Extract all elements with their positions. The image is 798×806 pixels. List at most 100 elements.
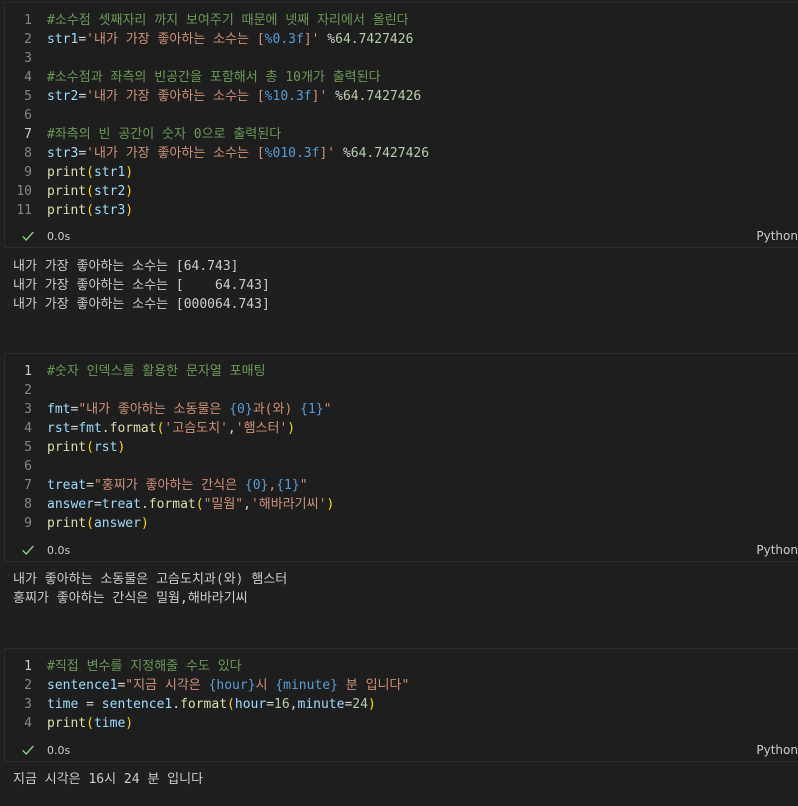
line-number: 3 xyxy=(24,402,32,417)
code-line[interactable]: 7 #좌측의 빈 공간이 숫자 0으로 출력된다 xyxy=(5,125,798,144)
code-token: % xyxy=(335,146,351,161)
line-number: 5 xyxy=(24,89,32,104)
code-line[interactable]: 10 print(str2) xyxy=(5,182,798,201)
code-token: {hour} xyxy=(208,678,256,693)
code-line[interactable]: 1 #소수점 셋째자리 까지 보여주기 때문에 넷째 자리에서 올린다 xyxy=(5,11,798,30)
code-line[interactable]: 2 sentence1="지금 시각은 {hour}시 {minute} 분 입니… xyxy=(5,676,798,695)
code-line[interactable]: 11 print(str3) xyxy=(5,201,798,220)
code-token: 과(와) xyxy=(252,402,301,417)
output-line: 내가 가장 좋아하는 소수는 [64.743] xyxy=(13,259,239,274)
kernel-language[interactable]: Python xyxy=(756,743,798,757)
cell-output-2: 내가 좋아하는 소동물은 고슴도치과(와) 햄스터 홍찌가 좋아하는 간식은 밀웜… xyxy=(13,570,287,608)
code-token: = xyxy=(93,497,102,512)
code-token: #좌측의 빈 공간이 숫자 0으로 출력된다 xyxy=(47,127,282,142)
line-number: 4 xyxy=(24,716,32,731)
code-token: = xyxy=(78,32,87,47)
kernel-language[interactable]: Python xyxy=(756,543,798,557)
output-line: 지금 시각은 16시 24 분 입니다 xyxy=(13,772,204,787)
code-token: str2 xyxy=(93,184,126,199)
code-line[interactable]: 5 str2='내가 가장 좋아하는 소수는 [%10.3f]' %64.7427… xyxy=(5,87,798,106)
code-token: sentence1 xyxy=(101,697,173,712)
code-text: treat="홍찌가 좋아하는 간식은 {0},{1}" xyxy=(47,476,798,495)
line-number: 1 xyxy=(24,364,32,379)
code-line[interactable]: 3 xyxy=(5,49,798,68)
code-line[interactable]: 6 xyxy=(5,457,798,476)
code-text: fmt="내가 좋아하는 소동물은 {0}과(와) {1}" xyxy=(47,400,798,419)
code-token: {1} xyxy=(276,478,300,493)
code-token: = xyxy=(78,89,87,104)
code-token: str1 xyxy=(47,32,79,47)
line-number: 3 xyxy=(24,697,32,712)
code-token: = xyxy=(78,146,87,161)
code-text: print(time) xyxy=(47,714,798,733)
code-cell-2[interactable]: 1 #숫자 인덱스를 활용한 문자열 포매팅 2 3 fmt="내가 좋아하는 소동물은… xyxy=(4,353,798,562)
code-token: 분 입니다" xyxy=(337,678,410,693)
line-number: 11 xyxy=(16,203,32,218)
code-token: print xyxy=(47,516,87,531)
code-token: " xyxy=(323,402,332,417)
code-token: print xyxy=(47,203,87,218)
code-token: ) xyxy=(125,203,134,218)
code-line[interactable]: 5 print(rst) xyxy=(5,438,798,457)
code-token: ( xyxy=(86,516,94,531)
code-token: {minute} xyxy=(275,678,338,693)
code-token: str3 xyxy=(93,203,126,218)
code-text: print(str2) xyxy=(47,182,798,201)
code-token: ) xyxy=(117,440,126,455)
code-token: fmt xyxy=(47,402,71,417)
code-line[interactable]: 4 rst=fmt.format('고슴도치','햄스터') xyxy=(5,419,798,438)
line-number: 4 xyxy=(24,421,32,436)
code-line[interactable]: 4 print(time) xyxy=(5,714,798,733)
code-line[interactable]: 1 #숫자 인덱스를 활용한 문자열 포매팅 xyxy=(5,362,798,381)
code-token: ]' xyxy=(311,89,328,104)
code-token: ]' xyxy=(303,32,320,47)
code-line[interactable]: 2 str1='내가 가장 좋아하는 소수는 [%0.3f]' %64.74274… xyxy=(5,30,798,49)
code-editor[interactable]: 1 #직접 변수를 지정해줄 수도 있다 2 sentence1="지금 시각은 {h… xyxy=(5,649,798,733)
line-number: 4 xyxy=(24,70,32,85)
code-line[interactable]: 8 answer=treat.format("밀웜",'해바라기씨') xyxy=(5,495,798,514)
code-text: print(str1) xyxy=(47,163,798,182)
code-text: #직접 변수를 지정해줄 수도 있다 xyxy=(47,657,798,676)
code-line[interactable]: 1 #직접 변수를 지정해줄 수도 있다 xyxy=(5,657,798,676)
code-editor[interactable]: 1 #숫자 인덱스를 활용한 문자열 포매팅 2 3 fmt="내가 좋아하는 소동물은… xyxy=(5,354,798,533)
code-token: , xyxy=(289,697,298,712)
line-number: 6 xyxy=(24,108,32,123)
code-text: #소수점과 좌측의 빈공간을 포함해서 총 10개가 출력된다 xyxy=(47,68,798,87)
code-line[interactable]: 3 time = sentence1.format(hour=16,minute=… xyxy=(5,695,798,714)
code-token: sentence1 xyxy=(47,678,118,693)
code-token: %010.3f xyxy=(264,146,320,161)
code-cell-3[interactable]: 1 #직접 변수를 지정해줄 수도 있다 2 sentence1="지금 시각은 {h… xyxy=(4,648,798,762)
code-line[interactable]: 7 treat="홍찌가 좋아하는 간식은 {0},{1}" xyxy=(5,476,798,495)
code-token: #소수점 셋째자리 까지 보여주기 때문에 넷째 자리에서 올린다 xyxy=(47,13,409,28)
code-token: % xyxy=(319,32,336,47)
code-text: str3='내가 가장 좋아하는 소수는 [%010.3f]' %64.7427… xyxy=(47,144,798,163)
code-token: {0} xyxy=(244,478,269,493)
code-text: str1='내가 가장 좋아하는 소수는 [%0.3f]' %64.742742… xyxy=(47,30,798,49)
code-cell-1[interactable]: 1 #소수점 셋째자리 까지 보여주기 때문에 넷째 자리에서 올린다 2 str1=… xyxy=(4,2,798,248)
code-token: ) xyxy=(125,716,134,731)
code-token: "홍찌가 좋아하는 간식은 xyxy=(93,478,245,493)
code-token: minute xyxy=(297,697,345,712)
code-token: "내가 좋아하는 소동물은 xyxy=(78,402,230,417)
line-number: 7 xyxy=(24,478,32,493)
check-icon xyxy=(22,545,34,555)
code-line[interactable]: 3 fmt="내가 좋아하는 소동물은 {0}과(와) {1}" xyxy=(5,400,798,419)
code-text: str2='내가 가장 좋아하는 소수는 [%10.3f]' %64.74274… xyxy=(47,87,798,106)
code-token: #소수점과 좌측의 빈공간을 포함해서 총 10개가 출력된다 xyxy=(47,70,381,85)
code-token: ( xyxy=(227,697,235,712)
code-text: #숫자 인덱스를 활용한 문자열 포매팅 xyxy=(47,362,798,381)
code-line[interactable]: 9 print(answer) xyxy=(5,514,798,533)
code-line[interactable]: 4 #소수점과 좌측의 빈공간을 포함해서 총 10개가 출력된다 xyxy=(5,68,798,87)
code-token: 64.7427426 xyxy=(350,146,430,161)
code-line[interactable]: 8 str3='내가 가장 좋아하는 소수는 [%010.3f]' %64.742… xyxy=(5,144,798,163)
code-editor[interactable]: 1 #소수점 셋째자리 까지 보여주기 때문에 넷째 자리에서 올린다 2 str1=… xyxy=(5,3,798,220)
code-token: ( xyxy=(86,440,94,455)
code-line[interactable]: 9 print(str1) xyxy=(5,163,798,182)
cell-output-1: 내가 가장 좋아하는 소수는 [64.743] 내가 가장 좋아하는 소수는 [ … xyxy=(13,257,270,314)
code-line[interactable]: 2 xyxy=(5,381,798,400)
code-line[interactable]: 6 xyxy=(5,106,798,125)
kernel-language[interactable]: Python xyxy=(756,229,798,243)
output-line: 내가 좋아하는 소동물은 고슴도치과(와) 햄스터 xyxy=(13,572,288,587)
line-number: 2 xyxy=(24,32,32,47)
